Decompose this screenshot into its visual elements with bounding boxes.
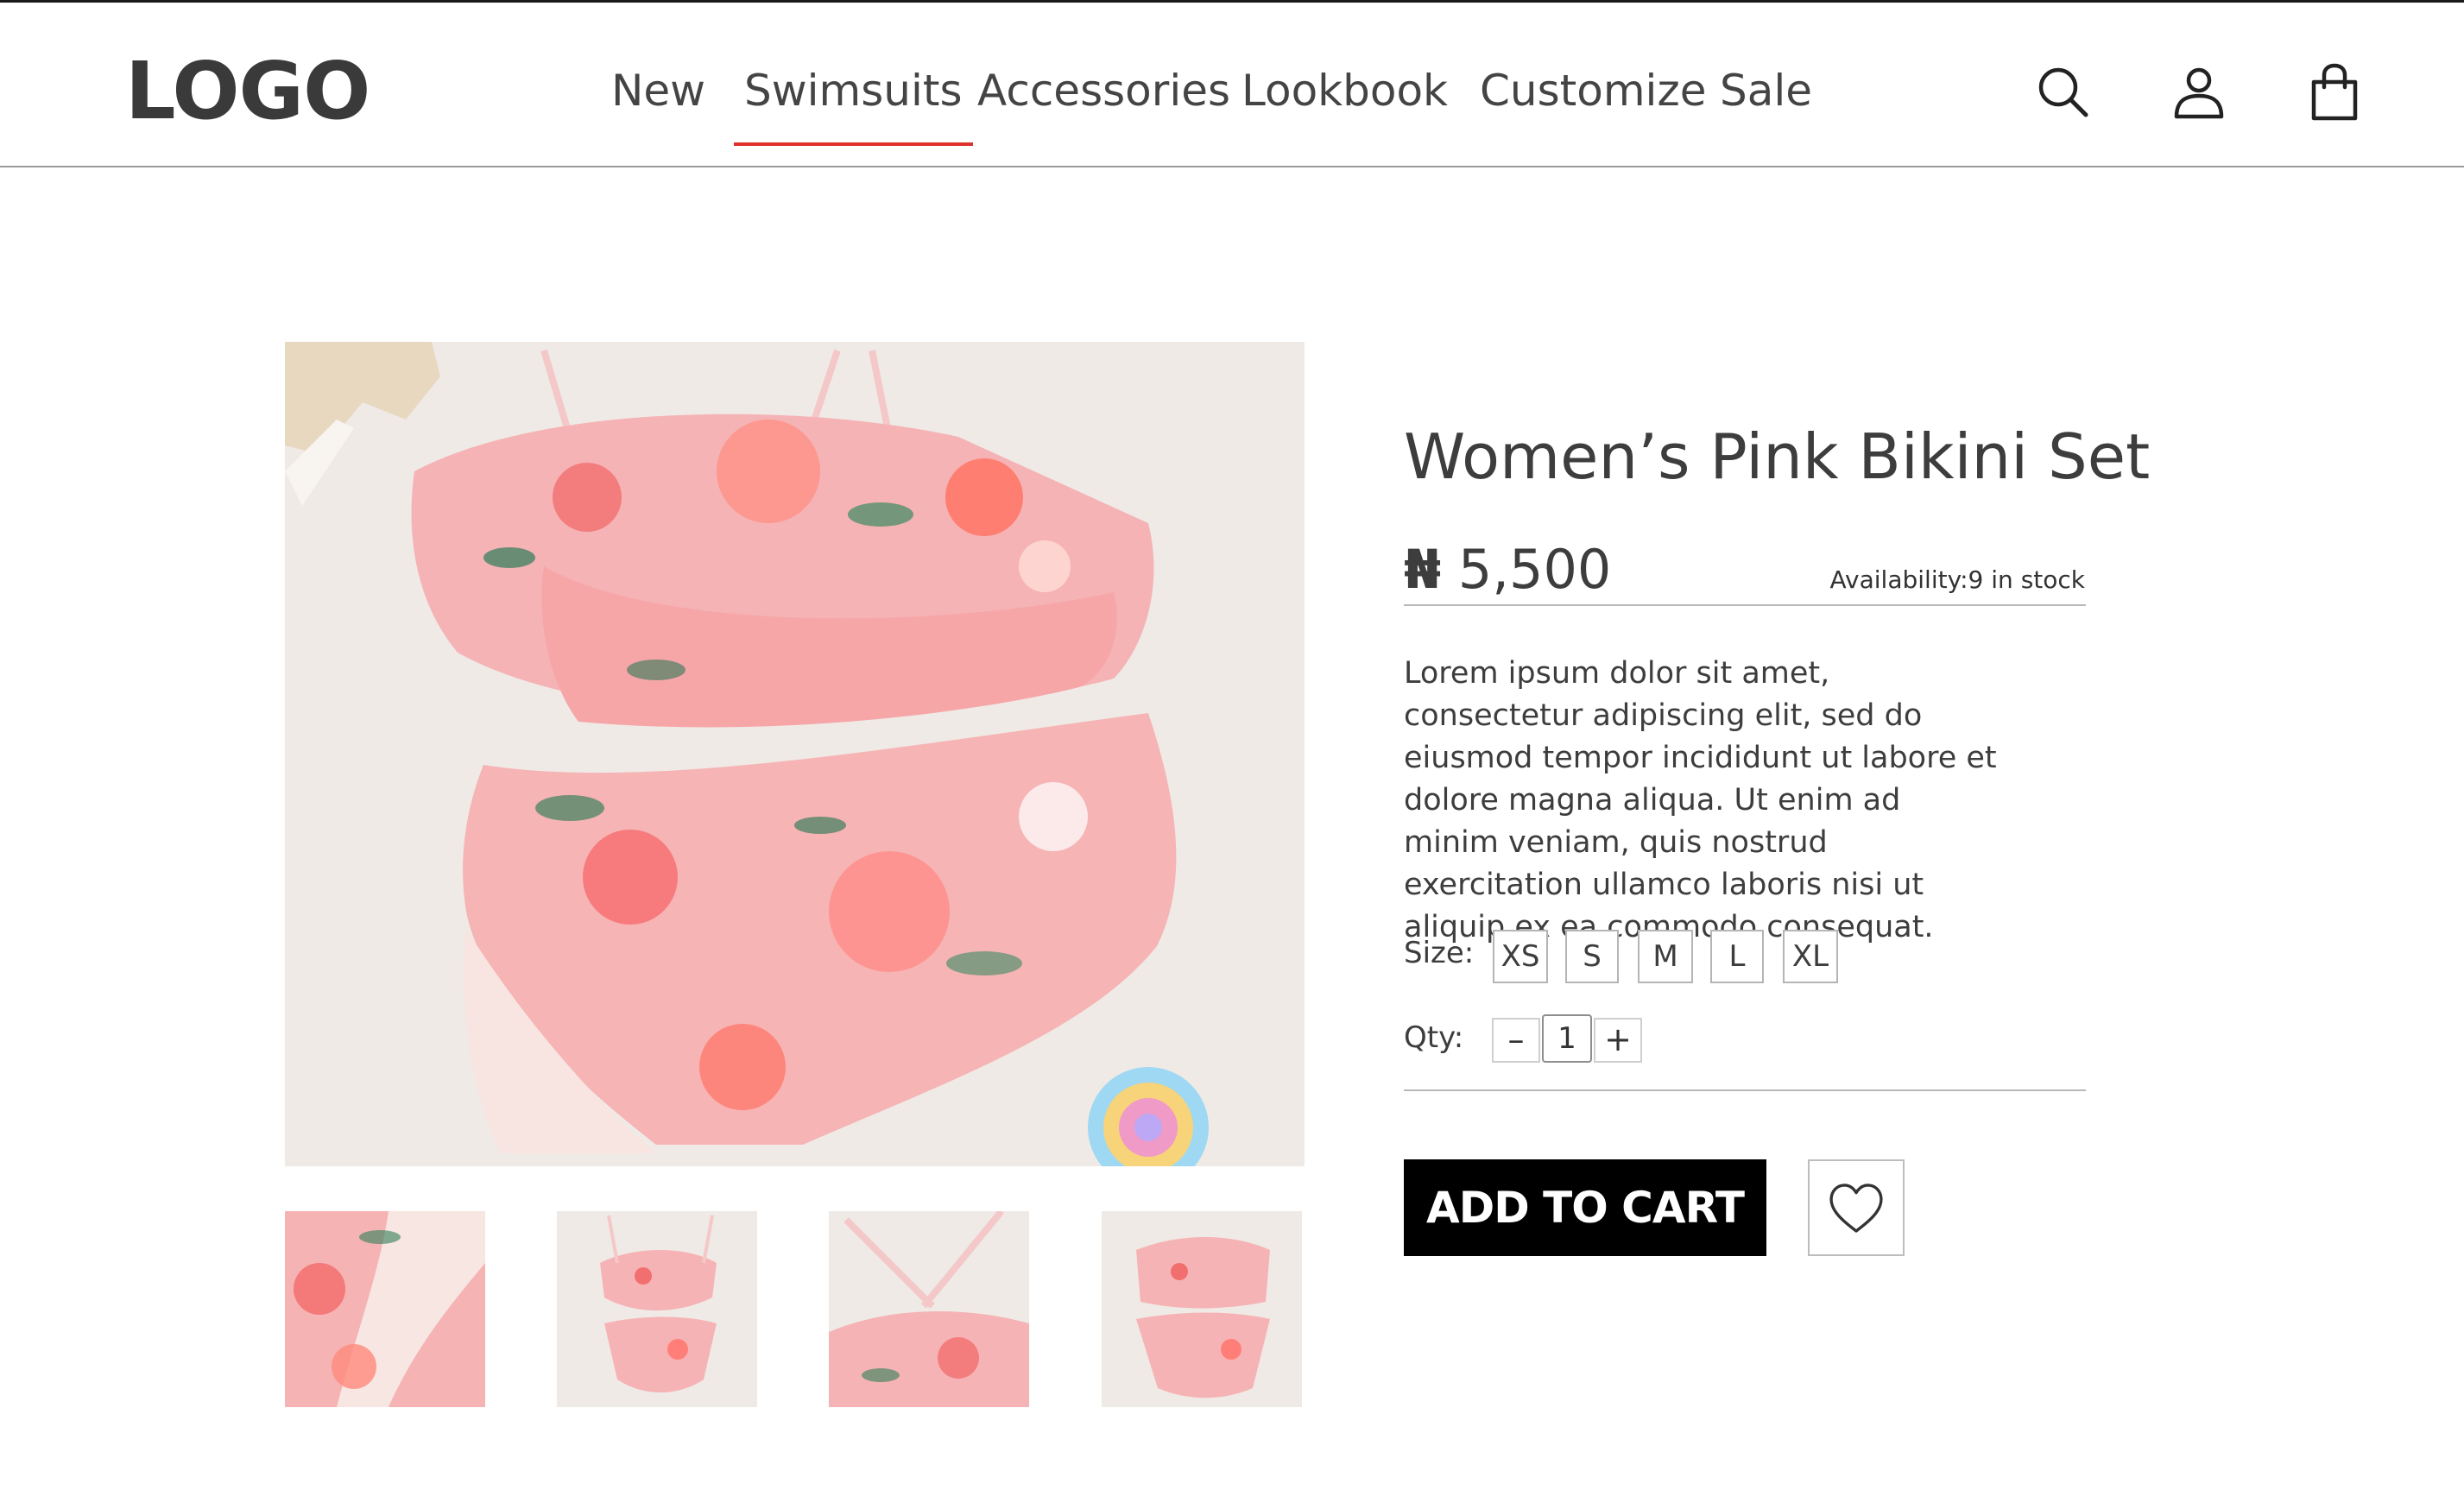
- thumbnail-3[interactable]: [829, 1211, 1029, 1407]
- thumbnail-image: [285, 1211, 485, 1407]
- wishlist-button[interactable]: [1808, 1159, 1905, 1256]
- user-icon: [2174, 67, 2224, 119]
- thumbnail-image: [1102, 1211, 1302, 1407]
- thumbnail-image: [557, 1211, 757, 1407]
- main-nav: New Swimsuits Accessories Lookbook Custo…: [0, 3, 2464, 167]
- thumbnail-2[interactable]: [557, 1211, 757, 1407]
- search-button[interactable]: [2034, 63, 2093, 122]
- qty-label: Qty:: [1404, 1020, 1464, 1055]
- divider: [1404, 1089, 2086, 1091]
- heart-icon: [1829, 1184, 1883, 1233]
- qty-increment-button[interactable]: +: [1594, 1018, 1642, 1063]
- nav-item-accessories[interactable]: Accessories: [977, 65, 1230, 117]
- qty-decrement-button[interactable]: –: [1492, 1018, 1540, 1063]
- main-product-image[interactable]: [285, 342, 1305, 1166]
- add-to-cart-button[interactable]: ADD TO CART: [1404, 1159, 1766, 1256]
- qty-input[interactable]: 1: [1542, 1014, 1592, 1063]
- shopping-bag-icon: [2311, 63, 2358, 121]
- thumbnail-image: [829, 1211, 1029, 1407]
- nav-item-sale[interactable]: Sale: [1720, 65, 1812, 117]
- divider: [1404, 604, 2086, 606]
- thumbnail-1[interactable]: [285, 1211, 485, 1407]
- cart-button[interactable]: [2305, 63, 2364, 122]
- thumbnail-4[interactable]: [1102, 1211, 1302, 1407]
- product-price: ₦ 5,500: [1404, 535, 1611, 604]
- quantity-stepper: – 1 +: [1492, 1014, 1643, 1063]
- nav-item-customize[interactable]: Customize: [1480, 65, 1706, 117]
- nav-item-new[interactable]: New: [611, 65, 705, 117]
- size-option-xs[interactable]: XS: [1493, 930, 1548, 983]
- size-label: Size:: [1404, 936, 1475, 970]
- size-option-m[interactable]: M: [1638, 930, 1693, 983]
- size-option-l[interactable]: L: [1710, 930, 1764, 983]
- search-icon: [2038, 67, 2088, 117]
- price-value: 5,500: [1457, 538, 1612, 601]
- currency-symbol: ₦: [1404, 538, 1442, 601]
- size-option-s[interactable]: S: [1565, 930, 1619, 983]
- bikini-photo: [285, 342, 1305, 1166]
- product-title: Women’s Pink Bikini Set: [1404, 420, 2151, 493]
- availability-text: Availability:9 in stock: [1829, 565, 2085, 594]
- nav-item-swimsuits[interactable]: Swimsuits: [734, 65, 973, 146]
- size-option-xl[interactable]: XL: [1783, 930, 1838, 983]
- nav-item-lookbook[interactable]: Lookbook: [1241, 65, 1448, 117]
- product-description: Lorem ipsum dolor sit amet, consectetur …: [1404, 656, 1997, 944]
- account-button[interactable]: [2170, 63, 2228, 122]
- site-header: LOGO New Swimsuits Accessories Lookbook …: [0, 3, 2464, 167]
